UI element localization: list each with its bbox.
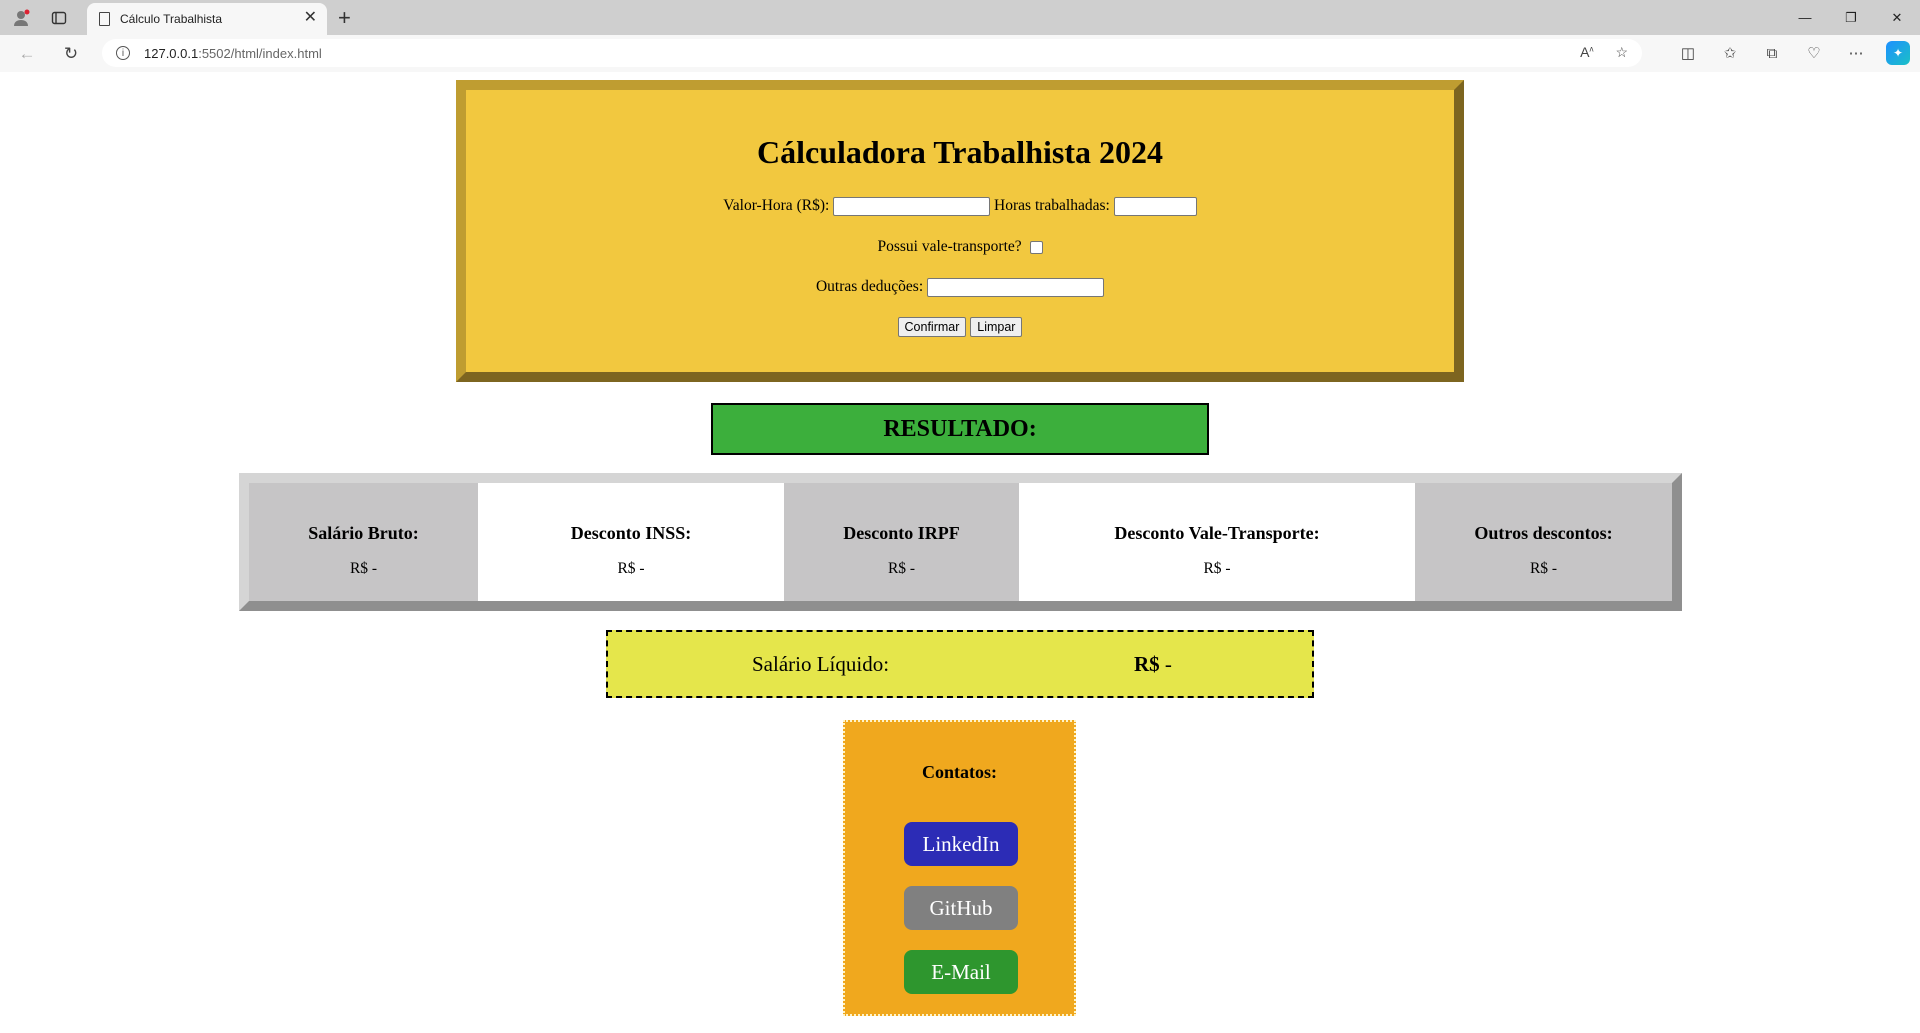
url-text: 127.0.0.1:5502/html/index.html — [144, 45, 322, 61]
confirm-button[interactable]: Confirmar — [897, 317, 967, 337]
salario-liquido-label: Salário Líquido: — [752, 652, 890, 676]
vale-row: Possui vale-transporte? — [466, 238, 1454, 256]
github-button[interactable]: GitHub — [904, 886, 1018, 930]
valor-hora-label: Valor-Hora (R$): — [723, 197, 830, 215]
browser-chrome: Cálculo Trabalhista ✕ + ― ❐ ✕ ← ↻ i 127.… — [0, 0, 1920, 72]
outras-deducoes-label: Outras deduções: — [815, 278, 924, 296]
result-value: R$ - — [887, 560, 916, 577]
outras-row: Outras deduções: — [466, 278, 1454, 297]
address-bar[interactable]: i 127.0.0.1:5502/html/index.html Aʌ ☆ — [102, 39, 1642, 67]
salario-liquido-value: R$ - — [1134, 652, 1172, 676]
browser-essentials-icon[interactable]: ♡ — [1802, 41, 1826, 65]
vale-transporte-checkbox[interactable] — [1029, 240, 1043, 254]
site-info-icon[interactable]: i — [116, 46, 130, 60]
more-options-icon[interactable]: ⋯ — [1844, 41, 1868, 65]
reload-icon[interactable]: ↻ — [58, 41, 84, 67]
favorite-star-icon[interactable]: ☆ — [1615, 44, 1628, 61]
new-tab-icon[interactable]: + — [338, 5, 351, 31]
result-label: Salário Bruto: — [308, 523, 419, 543]
browser-toolbar: ← ↻ i 127.0.0.1:5502/html/index.html Aʌ … — [0, 35, 1920, 72]
favorites-icon[interactable]: ✩ — [1718, 41, 1742, 65]
contatos-title: Contatos: — [922, 762, 997, 782]
result-label: Desconto IRPF — [843, 523, 960, 543]
window-controls: ― ❐ ✕ — [1782, 0, 1920, 35]
tab-strip: Cálculo Trabalhista ✕ + ― ❐ ✕ — [0, 0, 1920, 35]
result-value: R$ - — [1529, 560, 1558, 577]
page-title: Cálculadora Trabalhista 2024 — [757, 134, 1163, 170]
buttons-row: Confirmar Limpar — [466, 317, 1454, 337]
tab-active[interactable]: Cálculo Trabalhista ✕ — [87, 3, 327, 35]
result-cell-inss: Desconto INSS: R$ - — [478, 483, 784, 601]
minimize-icon[interactable]: ― — [1782, 0, 1828, 35]
horas-input[interactable] — [1113, 197, 1197, 216]
linkedin-button[interactable]: LinkedIn — [904, 822, 1018, 866]
close-tab-icon[interactable]: ✕ — [304, 10, 317, 26]
restore-icon[interactable]: ❐ — [1828, 0, 1874, 35]
valor-hora-input[interactable] — [833, 197, 991, 216]
resultado-heading: RESULTADO: — [711, 403, 1209, 455]
contatos-box: Contatos: LinkedIn GitHub E-Mail — [843, 720, 1076, 1016]
address-actions: Aʌ ☆ — [1580, 44, 1628, 61]
salario-liquido-box: Salário Líquido: R$ - — [606, 630, 1314, 698]
clear-button[interactable]: Limpar — [970, 317, 1023, 337]
results-table: Salário Bruto: R$ - Desconto INSS: R$ - … — [239, 473, 1682, 611]
result-label: Desconto INSS: — [570, 523, 692, 543]
result-cell-vale-transporte: Desconto Vale-Transporte: R$ - — [1019, 483, 1415, 601]
profile-icon[interactable] — [8, 5, 34, 31]
toolbar-actions: ◫ ✩ ⧉ ♡ ⋯ ✦ — [1676, 41, 1910, 65]
result-label: Outros descontos: — [1474, 523, 1613, 543]
result-label: Desconto Vale-Transporte: — [1114, 523, 1320, 543]
outras-deducoes-input[interactable] — [927, 278, 1105, 297]
result-cell-irpf: Desconto IRPF R$ - — [784, 483, 1019, 601]
collections-icon[interactable]: ⧉ — [1760, 41, 1784, 65]
result-value: R$ - — [349, 560, 378, 577]
vale-transporte-label: Possui vale-transporte? — [877, 238, 1022, 255]
read-aloud-icon[interactable]: Aʌ — [1580, 44, 1593, 61]
tab-actions-icon[interactable] — [46, 5, 72, 31]
back-icon[interactable]: ← — [14, 41, 40, 67]
result-cell-salario-bruto: Salário Bruto: R$ - — [249, 483, 478, 601]
close-window-icon[interactable]: ✕ — [1874, 0, 1920, 35]
copilot-icon[interactable]: ✦ — [1886, 41, 1910, 65]
horas-label: Horas trabalhadas: — [994, 197, 1110, 215]
document-icon — [99, 12, 110, 26]
split-screen-icon[interactable]: ◫ — [1676, 41, 1700, 65]
tab-title: Cálculo Trabalhista — [120, 12, 223, 26]
calculator-form: Cálculadora Trabalhista 2024 Valor-Hora … — [456, 80, 1464, 382]
result-value: R$ - — [617, 560, 645, 577]
result-value: R$ - — [1203, 560, 1231, 577]
hourly-row: Valor-Hora (R$): Horas trabalhadas: — [466, 197, 1454, 216]
result-cell-outros: Outros descontos: R$ - — [1415, 483, 1672, 601]
email-button[interactable]: E-Mail — [904, 950, 1018, 994]
page-content: Cálculadora Trabalhista 2024 Valor-Hora … — [0, 72, 1920, 1033]
